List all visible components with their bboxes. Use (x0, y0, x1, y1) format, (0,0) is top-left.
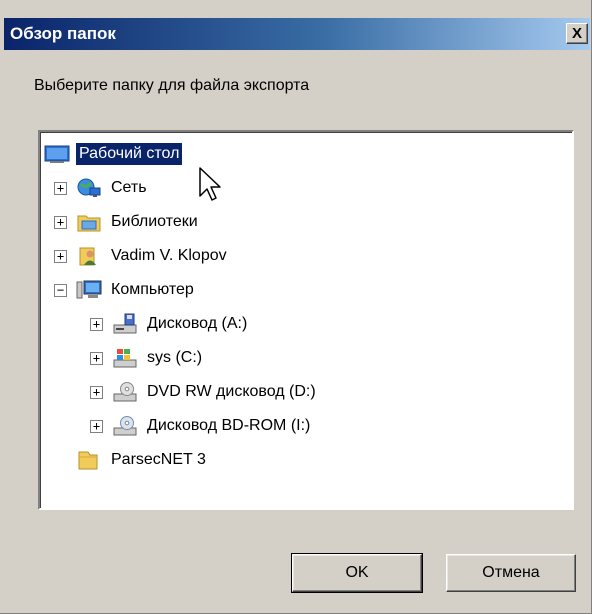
expand-icon[interactable]: + (90, 317, 103, 331)
tree-item-label: sys (C:) (147, 349, 203, 366)
tree-item-label: DVD RW дисковод (D:) (147, 383, 316, 400)
cancel-button[interactable]: Отмена (446, 554, 576, 592)
window-title: Обзор папок (10, 24, 116, 43)
bd-drive-icon (112, 415, 138, 437)
collapse-icon[interactable]: − (54, 283, 67, 297)
floppy-drive-icon (112, 313, 138, 335)
folder-icon (76, 449, 102, 471)
tree-item[interactable]: + DVD RW дисковод (D:) (90, 378, 319, 406)
expand-icon[interactable]: + (90, 385, 103, 399)
tree-item[interactable]: − Компьютер (54, 276, 197, 304)
browse-folder-dialog: Обзор папок X Выберите папку для файла э… (0, 0, 592, 614)
tree-item[interactable]: ParsecNET 3 (54, 446, 209, 474)
network-icon (76, 177, 102, 199)
tree-item-label: Библиотеки (111, 213, 198, 230)
tree-item[interactable]: + Сеть (54, 174, 150, 202)
desktop-icon (44, 143, 70, 165)
tree-item-label: Vadim V. Klopov (111, 247, 227, 264)
tree-item-label: ParsecNET 3 (111, 451, 206, 468)
libraries-icon (76, 211, 102, 233)
tree-item-label: Компьютер (111, 281, 194, 298)
tree-item-label: Дисковод BD-ROM (I:) (147, 417, 311, 434)
title-bar[interactable]: Обзор папок X (4, 18, 590, 50)
tree-item[interactable]: + sys (C:) (90, 344, 205, 372)
tree-item-label: Сеть (111, 179, 147, 196)
user-folder-icon (76, 245, 102, 267)
instruction-text: Выберите папку для файла экспорта (34, 77, 310, 94)
dvd-drive-icon (112, 381, 138, 403)
ok-button[interactable]: OK (291, 553, 423, 593)
expand-icon[interactable]: + (54, 181, 67, 195)
tree-item-label: Рабочий стол (76, 143, 183, 165)
tree-item[interactable]: + Vadim V. Klopov (54, 242, 230, 270)
tree-item[interactable]: Рабочий стол (44, 140, 183, 168)
tree-item[interactable]: + Библиотеки (54, 208, 201, 236)
tree-item-label: Дисковод (A:) (147, 315, 248, 332)
close-icon: X (571, 25, 582, 42)
tree-item[interactable]: + Дисковод BD-ROM (I:) (90, 412, 313, 440)
expand-icon[interactable]: + (54, 215, 67, 229)
expand-icon[interactable]: + (90, 419, 103, 433)
mouse-pointer-icon (199, 167, 221, 201)
computer-icon (76, 279, 102, 301)
folder-tree[interactable]: Рабочий стол + Сеть + Библиотеки + Vadim V. Kl… (38, 130, 574, 510)
tree-item[interactable]: + Дисковод (A:) (90, 310, 250, 338)
close-button[interactable]: X (566, 23, 588, 44)
expand-icon[interactable]: + (54, 249, 67, 263)
expand-icon[interactable]: + (90, 351, 103, 365)
system-drive-icon (112, 347, 138, 369)
